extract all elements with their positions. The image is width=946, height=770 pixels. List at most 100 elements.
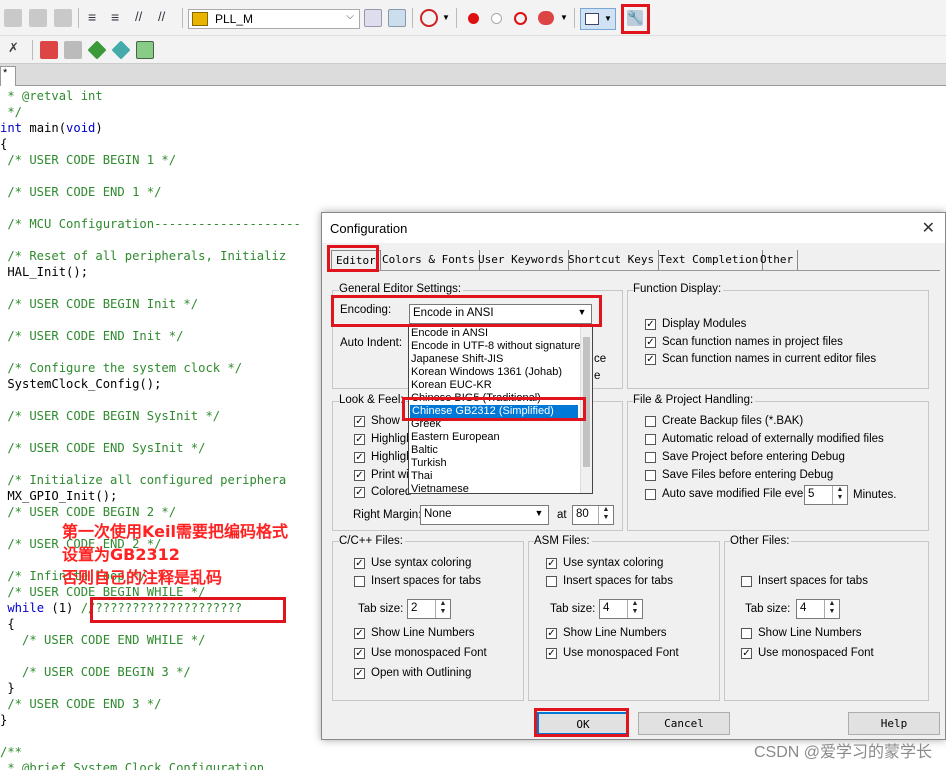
spinner-arrows-icon[interactable]: ▲ ▼ <box>832 486 847 504</box>
spinner-arrows-icon[interactable]: ▲ ▼ <box>435 600 450 618</box>
build-icon[interactable] <box>29 9 47 27</box>
checkbox[interactable] <box>645 452 656 463</box>
translate-icon[interactable] <box>4 9 22 27</box>
close-icon[interactable]: ✕ <box>922 218 935 238</box>
comment-icon[interactable]: // <box>135 9 153 27</box>
tab-user-keywords[interactable]: User Keywords <box>474 250 570 270</box>
encoding-option[interactable]: Vietnamese <box>411 483 469 493</box>
checkbox[interactable]: ✓ <box>645 354 656 365</box>
kill-breakpoints-icon[interactable] <box>514 12 527 25</box>
uncomment-icon[interactable]: // <box>158 9 176 27</box>
encoding-option[interactable]: Encode in ANSI <box>411 327 488 340</box>
code-line: * @retval int <box>0 89 102 103</box>
checkbox[interactable] <box>645 470 656 481</box>
cpp-tab-size-value: 2 <box>411 602 418 614</box>
checkbox[interactable]: ✓ <box>354 434 365 445</box>
checkbox[interactable]: ✓ <box>354 416 365 427</box>
window-layout-button[interactable]: ▼ <box>580 8 616 30</box>
tab-text-completion-label: Text Completion <box>659 253 759 266</box>
tools-icon[interactable]: ✗ <box>8 40 26 58</box>
checkbox[interactable]: ✓ <box>354 668 365 679</box>
checkbox[interactable] <box>354 576 365 587</box>
other-monospaced-label: Use monospaced Font <box>758 647 874 659</box>
encoding-option[interactable]: Thai <box>411 470 432 483</box>
file-extensions-icon[interactable] <box>40 41 58 59</box>
backup-files-label: Create Backup files (*.BAK) <box>662 415 804 427</box>
file-tab[interactable]: * <box>0 66 16 86</box>
encoding-option[interactable]: Japanese Shift-JIS <box>411 353 503 366</box>
right-margin-select[interactable]: None ▼ <box>420 505 549 525</box>
code-line: /* USER CODE END SysInit */ <box>0 441 205 455</box>
checkbox[interactable]: ✓ <box>741 648 752 659</box>
checkbox[interactable] <box>741 576 752 587</box>
help-button[interactable]: Help <box>848 712 940 735</box>
cancel-button[interactable]: Cancel <box>638 712 730 735</box>
checkbox[interactable] <box>645 434 656 445</box>
checkbox[interactable] <box>741 628 752 639</box>
asm-tab-size-spinner[interactable]: 4 ▲ ▼ <box>599 599 643 619</box>
checkbox[interactable]: ✓ <box>645 319 656 330</box>
checkbox[interactable] <box>546 576 557 587</box>
encoding-option[interactable]: Korean Windows 1361 (Johab) <box>411 366 562 379</box>
code-line: /* USER CODE END Init */ <box>0 329 183 343</box>
pack-icon[interactable] <box>136 41 154 59</box>
tab-shortcut-keys[interactable]: Shortcut Keys <box>564 250 660 270</box>
checkbox[interactable]: ✓ <box>546 628 557 639</box>
checkbox[interactable]: ✓ <box>354 452 365 463</box>
code-line: /* Reset of all peripherals, Initializ <box>0 249 286 263</box>
other-tab-size-spinner[interactable]: 4 ▲ ▼ <box>796 599 840 619</box>
code-comment: /* USER CODE BEGIN 1 */ <box>0 153 177 167</box>
indent-icon[interactable]: ≡ <box>88 9 106 27</box>
right-margin-spinner[interactable]: 80 ▲ ▼ <box>572 505 614 525</box>
dialog-titlebar[interactable]: Configuration ✕ <box>322 213 945 243</box>
target-options-icon[interactable] <box>364 9 382 27</box>
scan-editor-label: Scan function names in current editor fi… <box>662 353 877 365</box>
code-line: /* USER CODE BEGIN 3 */ <box>0 665 191 679</box>
breakpoint-icon[interactable] <box>468 13 479 24</box>
rte-icon[interactable] <box>87 40 107 60</box>
select-device-icon[interactable] <box>64 41 82 59</box>
auto-save-label: Auto save modified File every <box>662 488 813 500</box>
clear-breakpoints-icon[interactable] <box>538 11 554 25</box>
rebuild-icon[interactable] <box>54 9 72 27</box>
tab-colors-fonts[interactable]: Colors & Fonts <box>378 250 480 270</box>
tab-text-completion[interactable]: Text Completion <box>655 250 764 270</box>
spinner-arrows-icon[interactable]: ▲ ▼ <box>627 600 642 618</box>
encoding-option[interactable]: Baltic <box>411 444 438 457</box>
target-select[interactable]: PLL_M ⌵ <box>188 9 360 29</box>
code-comment: /* USER CODE END SysInit */ <box>0 441 206 455</box>
code-line: } <box>0 713 7 727</box>
checkbox[interactable]: ✓ <box>354 558 365 569</box>
disable-breakpoint-icon[interactable] <box>491 13 502 24</box>
spinner-arrows-icon[interactable]: ▲ ▼ <box>598 506 613 524</box>
checkbox[interactable]: ✓ <box>645 337 656 348</box>
encoding-option[interactable]: Korean EUC-KR <box>411 379 492 392</box>
manage-project-icon[interactable] <box>388 9 406 27</box>
unindent-icon[interactable]: ≡ <box>111 9 129 27</box>
spinner-arrows-icon[interactable]: ▲ ▼ <box>824 600 839 618</box>
cpp-tab-size-spinner[interactable]: 2 ▲ ▼ <box>407 599 451 619</box>
checkbox[interactable]: ✓ <box>354 648 365 659</box>
pack-installer-icon[interactable] <box>111 40 131 60</box>
encoding-option[interactable]: Turkish <box>411 457 447 470</box>
auto-save-minutes-spinner[interactable]: 5 ▲ ▼ <box>804 485 848 505</box>
checkbox[interactable] <box>645 489 656 500</box>
chevron-down-icon[interactable]: ▼ <box>442 13 450 22</box>
checkbox[interactable]: ✓ <box>546 648 557 659</box>
code-comment: /* USER CODE END 3 */ <box>0 697 162 711</box>
code-line: /** <box>0 745 22 759</box>
highlight-encoding-box <box>331 295 602 327</box>
debug-icon[interactable] <box>420 9 438 27</box>
asm-monospaced-label: Use monospaced Font <box>563 647 679 659</box>
checkbox[interactable]: ✓ <box>354 470 365 481</box>
chevron-down-icon[interactable]: ▼ <box>560 13 568 22</box>
checkbox[interactable]: ✓ <box>354 487 365 498</box>
checkbox[interactable] <box>645 416 656 427</box>
tab-other[interactable]: Other <box>756 250 799 270</box>
encoding-option[interactable]: Eastern European <box>411 431 500 444</box>
checkbox[interactable]: ✓ <box>354 628 365 639</box>
checkbox[interactable]: ✓ <box>546 558 557 569</box>
encoding-option[interactable]: Encode in UTF-8 without signature <box>411 340 580 353</box>
tab-other-label: Other <box>760 253 794 266</box>
cpp-tab-size-label: Tab size: <box>358 603 404 615</box>
